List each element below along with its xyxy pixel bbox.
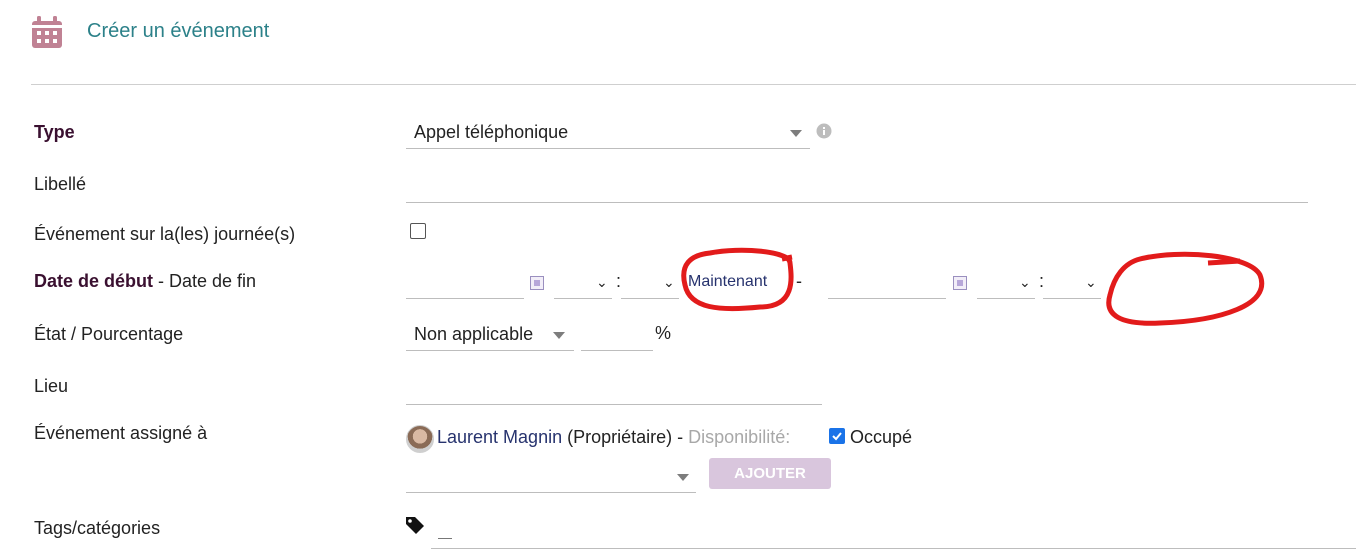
assigned-user-link[interactable]: Laurent Magnin	[437, 427, 562, 447]
calendar-icon	[31, 15, 63, 54]
tags-label: Tags/catégories	[34, 518, 161, 538]
percent-input[interactable]	[581, 320, 653, 351]
chevron-down-icon	[553, 332, 565, 339]
assigned-label: Événement assigné à	[34, 423, 208, 443]
libelle-input[interactable]	[406, 172, 1308, 203]
red-circle-annotation	[681, 247, 794, 312]
page-title: Créer un événement	[87, 20, 270, 42]
start-hour-select[interactable]: ⌄	[554, 268, 612, 299]
header-divider	[31, 84, 1356, 85]
etat-select[interactable]: Non applicable	[406, 320, 574, 351]
date-picker-icon[interactable]	[530, 276, 544, 290]
info-icon[interactable]	[816, 123, 832, 144]
disponibilite-label: Disponibilité:	[688, 427, 791, 447]
occupe-checkbox[interactable]	[829, 428, 845, 444]
end-minute-select[interactable]: ⌄	[1043, 268, 1101, 299]
date-picker-icon[interactable]	[953, 276, 967, 290]
percent-symbol: %	[655, 323, 672, 343]
dates-separator: -	[153, 271, 170, 291]
journee-label: Événement sur la(les) journée(s)	[34, 224, 296, 244]
date-debut-label: Date de début	[34, 271, 154, 291]
type-label: Type	[34, 122, 75, 142]
end-date-input[interactable]	[828, 268, 946, 299]
date-fin-label: Date de fin	[169, 271, 257, 291]
chevron-down-icon: ⌄	[596, 274, 608, 290]
chevron-down-icon	[677, 474, 689, 481]
tags-input[interactable]	[431, 548, 1356, 549]
type-select[interactable]: Appel téléphonique	[406, 118, 810, 149]
ajouter-button[interactable]: AJOUTER	[709, 458, 831, 489]
journee-checkbox[interactable]	[410, 223, 426, 239]
assigned-user-line: Laurent Magnin (Propriétaire) - Disponib…	[437, 427, 790, 448]
occupe-label: Occupé	[850, 427, 913, 447]
chevron-down-icon: ⌄	[1085, 274, 1097, 290]
avatar	[406, 425, 434, 453]
assigned-user-role: (Propriétaire) -	[567, 427, 684, 447]
tag-icon	[404, 515, 426, 540]
etat-label: État / Pourcentage	[34, 324, 184, 344]
chevron-down-icon: ⌄	[1019, 274, 1031, 290]
dates-label: Date de début - Date de fin	[34, 271, 256, 292]
libelle-label: Libellé	[34, 174, 87, 194]
assign-user-select[interactable]	[406, 462, 696, 493]
red-circle-annotation	[1106, 251, 1265, 326]
lieu-label: Lieu	[34, 376, 69, 396]
end-hour-select[interactable]: ⌄	[977, 268, 1035, 299]
type-select-value: Appel téléphonique	[414, 122, 569, 142]
start-date-input[interactable]	[406, 268, 524, 299]
tags-cursor	[438, 538, 452, 539]
lieu-input[interactable]	[406, 374, 822, 405]
etat-select-value: Non applicable	[414, 324, 534, 344]
chevron-down-icon	[790, 130, 802, 137]
